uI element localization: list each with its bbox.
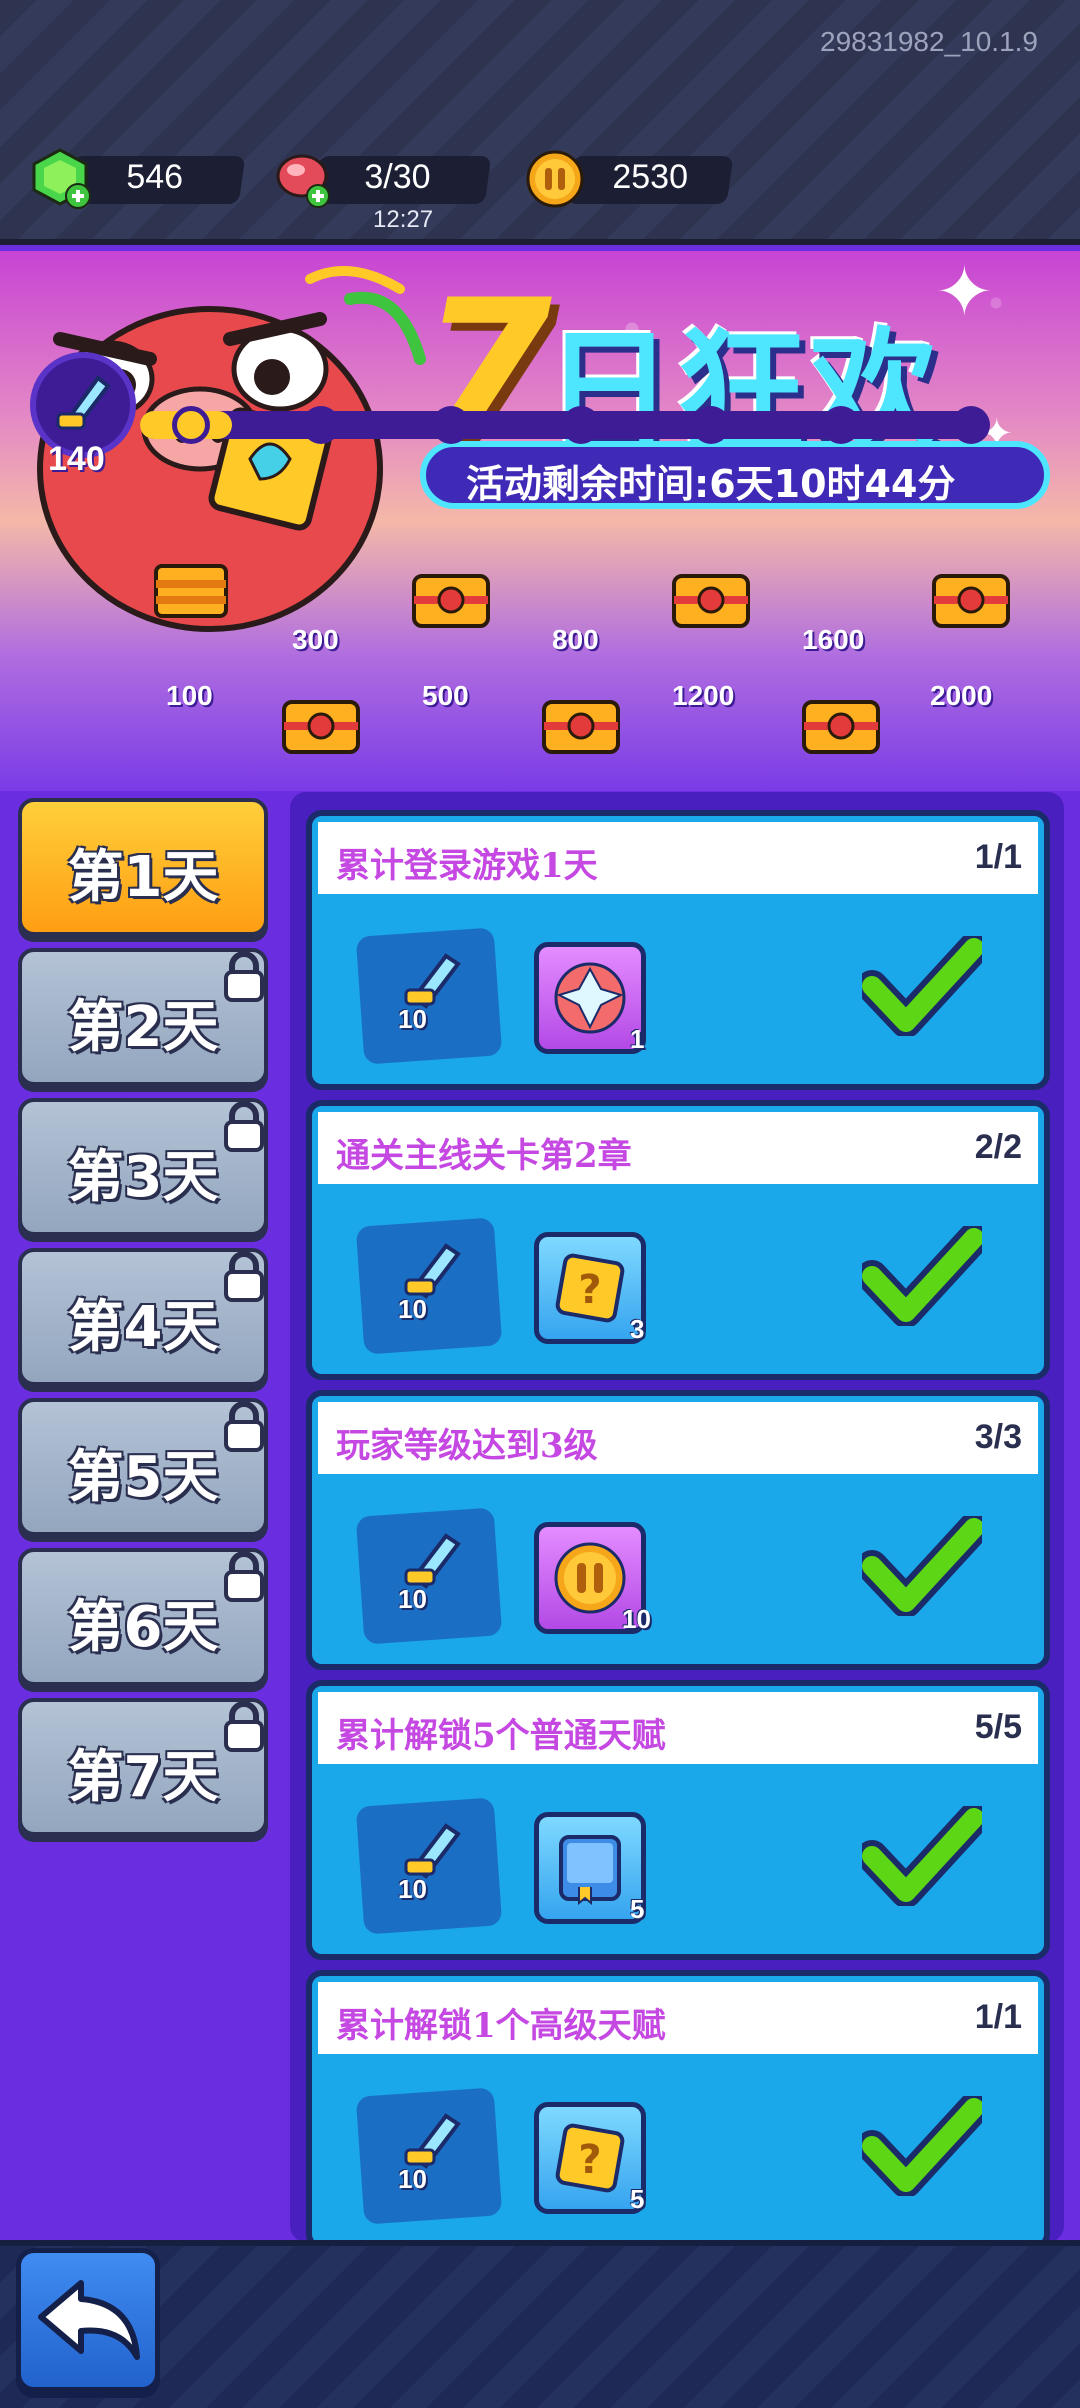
milestone-dot-100	[172, 406, 210, 444]
lock-icon	[224, 1551, 264, 1602]
task-card: 玩家等级达到3级 3/3 10 10	[306, 1390, 1050, 1670]
energy-timer: 12:27	[373, 206, 434, 233]
back-arrow-icon	[38, 2280, 140, 2360]
coin-count: 2530	[612, 158, 688, 196]
chest-icon[interactable]	[670, 568, 752, 632]
reward-quantity: 10	[398, 2164, 427, 2194]
lock-icon	[224, 1101, 264, 1152]
lock-icon	[224, 1701, 264, 1752]
task-header: 累计登录游戏1天 1/1	[318, 822, 1038, 894]
milestone-dot-300	[302, 406, 340, 444]
blue-book-icon	[559, 1835, 621, 1906]
chest-icon[interactable]	[800, 694, 882, 758]
milestone-label: 500	[422, 680, 469, 711]
task-header: 累计解锁1个高级天赋 1/1	[318, 1982, 1038, 2054]
reward-quantity: 10	[622, 1604, 651, 1634]
energy-count: 3/30	[364, 158, 431, 196]
reward-quantity: 10	[398, 1874, 427, 1904]
reward-quantity: 10	[398, 1004, 427, 1034]
milestone-label: 300	[292, 624, 339, 655]
milestone-label: 2000	[930, 680, 993, 711]
task-title: 通关主线关卡第2章	[336, 1136, 632, 1176]
reward-quantity: 1	[630, 1024, 645, 1054]
lock-icon	[224, 951, 264, 1002]
energy-counter[interactable]: 3/30	[312, 156, 492, 204]
chest-icon[interactable]	[410, 568, 492, 632]
milestone-dot-2000	[952, 406, 990, 444]
task-title: 累计登录游戏1天	[336, 846, 598, 886]
lock-icon	[224, 1401, 264, 1452]
gem-count: 546	[126, 158, 184, 196]
coin-icon[interactable]	[524, 148, 586, 210]
milestone-dot-800	[562, 406, 600, 444]
meat-energy-icon[interactable]	[272, 148, 334, 210]
task-progress: 5/5	[974, 1708, 1022, 1746]
lock-icon	[224, 1251, 264, 1302]
task-title: 玩家等级达到3级	[336, 1426, 598, 1466]
task-card: 累计解锁5个普通天赋 5/5 10 5	[306, 1680, 1050, 1960]
countdown-text: 活动剩余时间:6天10时44分	[466, 462, 956, 506]
chest-icon[interactable]	[280, 694, 362, 758]
svg-text:?: ?	[578, 1267, 601, 1313]
coin-counter[interactable]: 2530	[566, 156, 734, 204]
opened-chest-icon[interactable]	[150, 558, 232, 622]
check-icon	[862, 1516, 982, 1616]
milestone-label: 1600	[802, 624, 865, 655]
milestone-label: 1200	[672, 680, 735, 711]
task-card: 累计登录游戏1天 1/1 10 1	[306, 810, 1050, 1090]
milestone-dot-1600	[822, 406, 860, 444]
task-header: 通关主线关卡第2章 2/2	[318, 1112, 1038, 1184]
check-icon	[862, 2096, 982, 2196]
task-progress: 2/2	[974, 1128, 1022, 1166]
back-button[interactable]	[16, 2248, 160, 2392]
gem-icon[interactable]	[28, 146, 92, 210]
task-title: 累计解锁1个高级天赋	[336, 2006, 666, 2046]
coin-icon	[554, 1542, 626, 1614]
chest-icon[interactable]	[930, 568, 1012, 632]
bottom-bar	[0, 2240, 1080, 2408]
chest-icon[interactable]	[540, 694, 622, 758]
reward-quantity: 3	[630, 1314, 645, 1344]
task-header: 累计解锁5个普通天赋 5/5	[318, 1692, 1038, 1764]
sparkle-icon: ✦	[935, 251, 994, 333]
task-progress: 3/3	[974, 1418, 1022, 1456]
crystal-orb-icon	[554, 962, 626, 1034]
check-icon	[862, 1806, 982, 1906]
reward-quantity: 10	[398, 1584, 427, 1614]
check-icon	[862, 936, 982, 1036]
reward-quantity: 10	[398, 1294, 427, 1324]
milestone-label: 100	[166, 680, 213, 711]
check-icon	[862, 1226, 982, 1326]
current-points: 140	[48, 440, 105, 478]
mystery-box-icon: ?	[555, 1253, 625, 1323]
svg-text:?: ?	[578, 2137, 601, 2183]
milestone-dot-1200	[692, 406, 730, 444]
tab-day-1[interactable]: 第1天	[18, 798, 268, 936]
task-card: 累计解锁1个高级天赋 1/1 10 ? 5	[306, 1970, 1050, 2250]
milestone-dot-500	[432, 406, 470, 444]
reward-quantity: 5	[630, 2184, 645, 2214]
task-progress: 1/1	[974, 1998, 1022, 2036]
countdown-pill: 活动剩余时间:6天10时44分	[420, 441, 1050, 509]
gem-counter[interactable]: 546	[66, 156, 246, 204]
milestone-label: 800	[552, 624, 599, 655]
task-card: 通关主线关卡第2章 2/2 10 ? 3	[306, 1100, 1050, 1380]
task-title: 累计解锁5个普通天赋	[336, 1716, 666, 1756]
version-label: 29831982_10.1.9	[820, 26, 1038, 57]
reward-quantity: 5	[630, 1894, 645, 1924]
task-progress: 1/1	[974, 838, 1022, 876]
task-header: 玩家等级达到3级 3/3	[318, 1402, 1038, 1474]
sword-points-icon	[56, 375, 111, 431]
tab-label: 第1天	[67, 845, 219, 910]
mystery-box-icon: ?	[555, 2123, 625, 2193]
